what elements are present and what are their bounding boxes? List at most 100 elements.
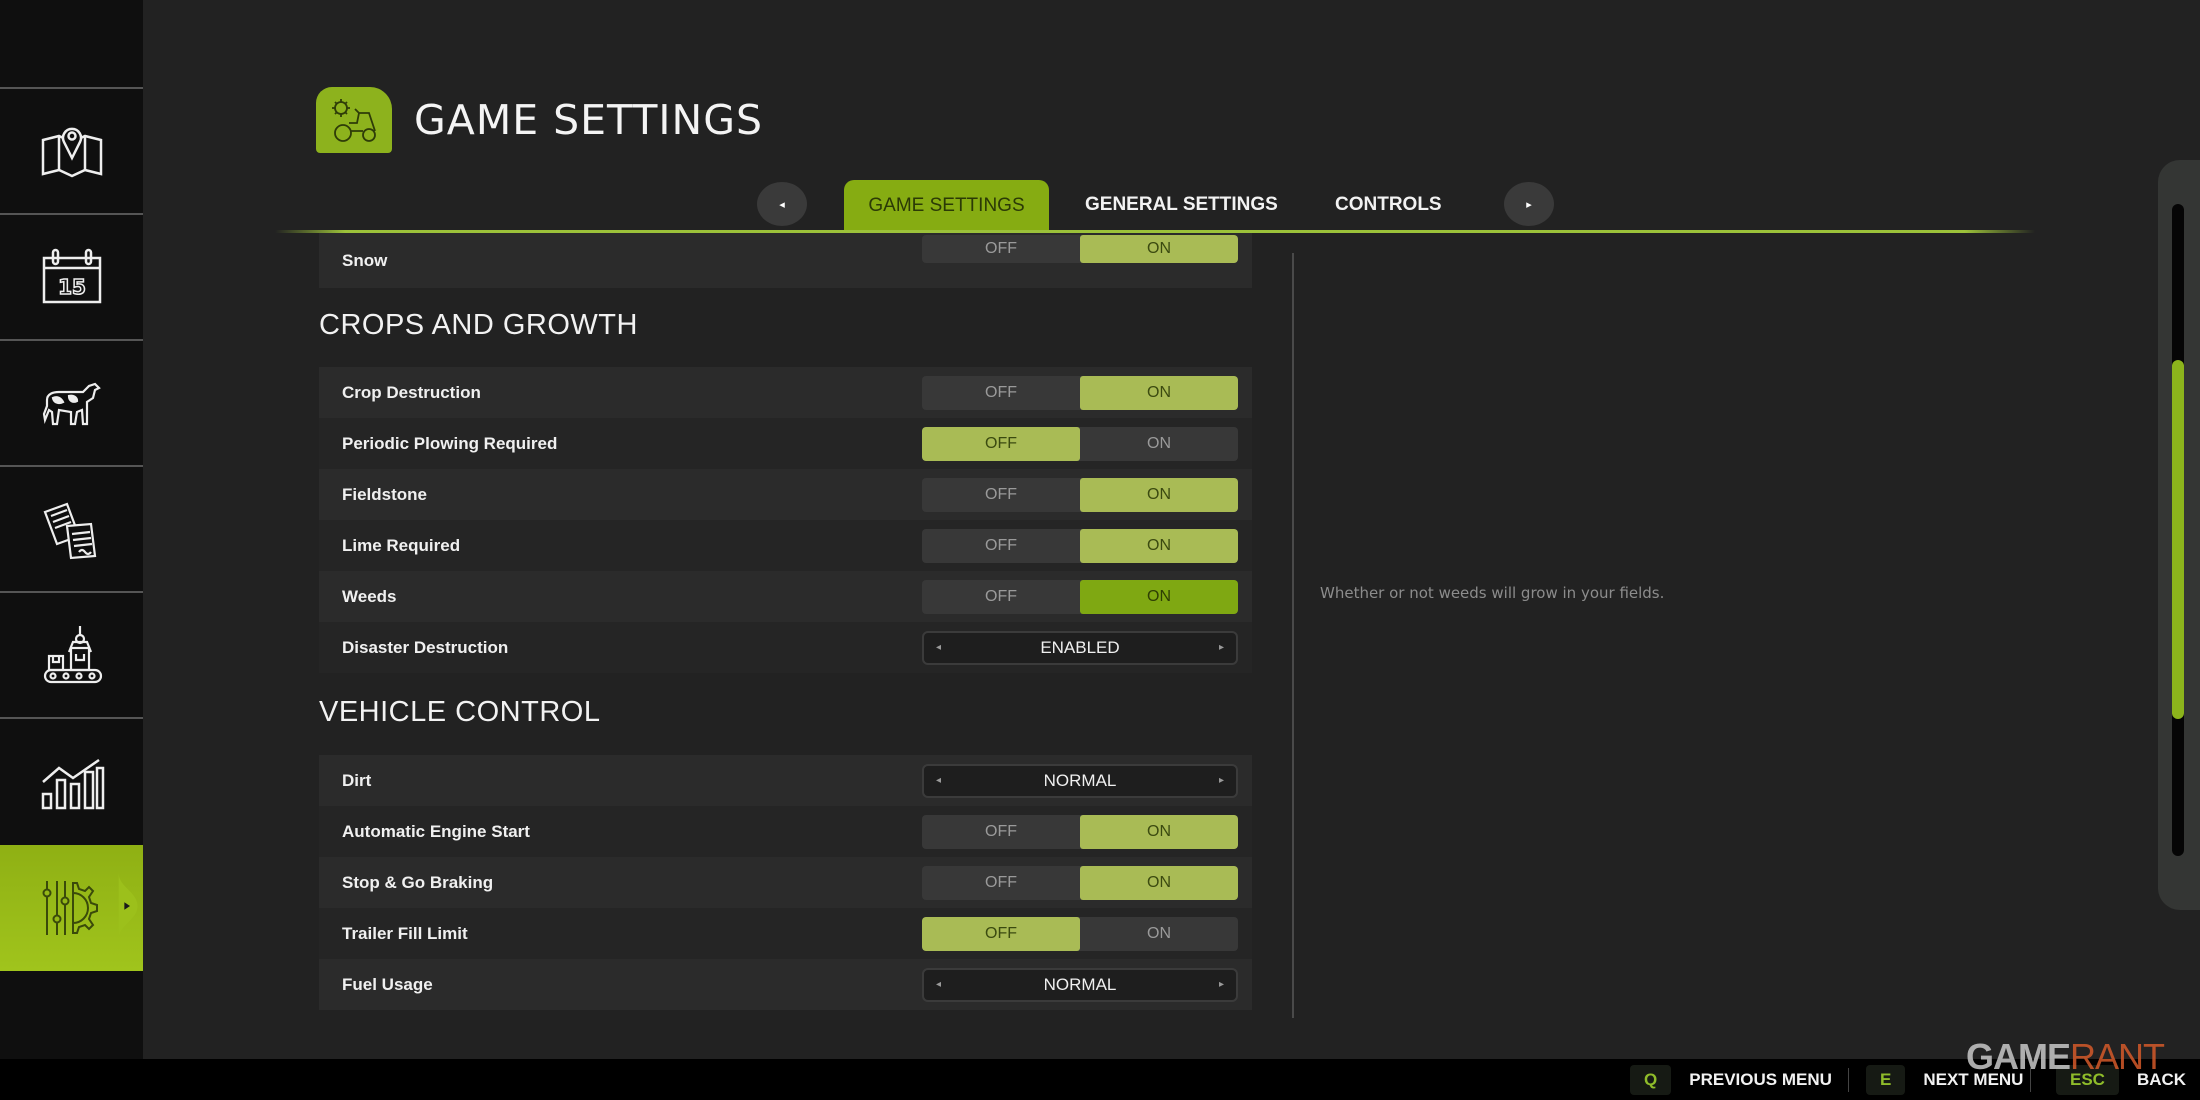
toggle-on[interactable]: ON xyxy=(1080,477,1238,512)
sidebar-item-calendar[interactable]: 15 xyxy=(0,213,143,339)
toggle-on[interactable]: ON xyxy=(1080,579,1238,614)
sidebar: 15 xyxy=(0,0,143,1059)
documents-icon xyxy=(43,502,96,560)
toggle-lime-required[interactable]: OFF ON xyxy=(922,528,1238,563)
setting-label: Fieldstone xyxy=(342,484,428,504)
setting-label: Snow xyxy=(342,251,388,270)
chevron-right-icon[interactable]: ▸ xyxy=(1219,979,1224,990)
chart-icon xyxy=(41,758,104,810)
setting-row-crop-destruction[interactable]: Crop Destruction OFF ON xyxy=(319,367,1252,418)
toggle-on[interactable]: ON xyxy=(1080,814,1238,849)
header-icon-badge xyxy=(316,87,392,153)
setting-row-fieldstone[interactable]: Fieldstone OFF ON xyxy=(319,469,1252,520)
calendar-icon: 15 xyxy=(42,248,101,304)
setting-row-dirt[interactable]: Dirt ◂ NORMAL ▸ xyxy=(319,755,1252,806)
page-title: GAME SETTINGS xyxy=(414,96,763,144)
chevron-left-icon[interactable]: ◂ xyxy=(936,642,941,653)
setting-row-periodic-plowing-required[interactable]: Periodic Plowing Required OFF ON xyxy=(319,418,1252,469)
production-icon xyxy=(43,626,102,684)
toggle-periodic-plowing-required[interactable]: OFF ON xyxy=(922,426,1238,461)
setting-label: Crop Destruction xyxy=(342,382,481,402)
toggle-off[interactable]: OFF xyxy=(922,478,1080,512)
selector-disaster-destruction[interactable]: ◂ ENABLED ▸ xyxy=(922,630,1238,665)
setting-label: Weeds xyxy=(342,586,397,606)
setting-row-automatic-engine-start[interactable]: Automatic Engine Start OFF ON xyxy=(319,806,1252,857)
setting-row-stop-go-braking[interactable]: Stop & Go Braking OFF ON xyxy=(319,857,1252,908)
setting-row-weeds[interactable]: Weeds OFF ON xyxy=(319,571,1252,622)
hint-separator xyxy=(1848,1068,1849,1092)
tractor-gear-icon xyxy=(332,99,376,142)
selector-value: NORMAL xyxy=(1043,770,1117,790)
toggle-off[interactable]: OFF xyxy=(922,916,1080,951)
selector-value: ENABLED xyxy=(1040,637,1120,657)
svg-text:15: 15 xyxy=(58,275,86,299)
toggle-off[interactable]: OFF xyxy=(922,580,1080,614)
tab-game-settings[interactable]: GAME SETTINGS xyxy=(844,180,1049,232)
sidebar-item-contracts[interactable] xyxy=(0,465,143,591)
selector-dirt[interactable]: ◂ NORMAL ▸ xyxy=(922,763,1238,798)
tab-prev-button[interactable]: ◂ xyxy=(757,182,807,226)
toggle-off[interactable]: OFF xyxy=(922,866,1080,900)
tab-label: GENERAL SETTINGS xyxy=(1085,194,1278,215)
tab-next-button[interactable]: ▸ xyxy=(1504,182,1554,226)
toggle-crop-destruction[interactable]: OFF ON xyxy=(922,375,1238,410)
setting-label: Dirt xyxy=(342,770,372,790)
toggle-stop-go-braking[interactable]: OFF ON xyxy=(922,865,1238,900)
toggle-trailer-fill-limit[interactable]: OFF ON xyxy=(922,916,1238,951)
scrollbar-thumb[interactable] xyxy=(2172,360,2184,720)
sidebar-item-settings[interactable] xyxy=(0,845,143,971)
sidebar-item-animals[interactable] xyxy=(0,339,143,465)
tab-controls[interactable]: CONTROLS xyxy=(1311,180,1466,230)
key-badge-e: E xyxy=(1866,1065,1906,1095)
toggle-off[interactable]: OFF xyxy=(922,815,1080,849)
active-tab-notch xyxy=(118,873,138,939)
watermark-part2: RANT xyxy=(2070,1036,2165,1077)
toggle-off[interactable]: OFF xyxy=(922,426,1080,461)
cow-icon xyxy=(42,382,101,426)
sidebar-item-statistics[interactable] xyxy=(0,717,143,843)
hint-label: PREVIOUS MENU xyxy=(1689,1070,1832,1089)
tab-label: CONTROLS xyxy=(1335,194,1442,215)
toggle-on[interactable]: ON xyxy=(1080,528,1238,563)
section-title-vehicle-control: VEHICLE CONTROL xyxy=(319,696,601,728)
chevron-left-icon[interactable]: ◂ xyxy=(936,775,941,786)
chevron-right-icon[interactable]: ▸ xyxy=(1219,642,1224,653)
selector-value: NORMAL xyxy=(1043,974,1117,994)
toggle-snow[interactable]: OFF ON xyxy=(922,235,1238,263)
setting-label: Stop & Go Braking xyxy=(342,872,494,892)
setting-row-lime-required[interactable]: Lime Required OFF ON xyxy=(319,520,1252,571)
chevron-right-icon[interactable]: ▸ xyxy=(1219,775,1224,786)
hint-previous-menu[interactable]: Q PREVIOUS MENU xyxy=(1630,1064,1832,1096)
section-title-crops-and-growth: CROPS AND GROWTH xyxy=(319,309,638,341)
toggle-on[interactable]: ON xyxy=(1080,235,1238,263)
watermark-logo: GAMERANT xyxy=(1966,1036,2165,1078)
toggle-automatic-engine-start[interactable]: OFF ON xyxy=(922,814,1238,849)
setting-label: Fuel Usage xyxy=(342,974,433,994)
toggle-on[interactable]: ON xyxy=(1080,865,1238,900)
tab-general-settings[interactable]: GENERAL SETTINGS xyxy=(1061,180,1302,230)
setting-label: Disaster Destruction xyxy=(342,637,509,657)
scrollbar-track[interactable] xyxy=(2172,204,2184,856)
toggle-on[interactable]: ON xyxy=(1080,917,1238,951)
toggle-off[interactable]: OFF xyxy=(922,529,1080,563)
chevron-right-icon: ▸ xyxy=(1526,197,1532,211)
toggle-fieldstone[interactable]: OFF ON xyxy=(922,477,1238,512)
toggle-on[interactable]: ON xyxy=(1080,375,1238,410)
setting-row-fuel-usage[interactable]: Fuel Usage ◂ NORMAL ▸ xyxy=(319,959,1252,1010)
chevron-left-icon[interactable]: ◂ xyxy=(936,979,941,990)
toggle-off[interactable]: OFF xyxy=(922,235,1080,263)
chevron-left-icon: ◂ xyxy=(779,197,785,211)
setting-label: Trailer Fill Limit xyxy=(342,923,468,943)
setting-label: Automatic Engine Start xyxy=(342,821,530,841)
watermark-part1: GAME xyxy=(1966,1036,2071,1077)
toggle-on[interactable]: ON xyxy=(1080,427,1238,461)
setting-row-snow[interactable]: Snow OFF ON xyxy=(319,233,1252,288)
sidebar-item-map[interactable] xyxy=(0,87,143,213)
setting-row-disaster-destruction[interactable]: Disaster Destruction ◂ ENABLED ▸ xyxy=(319,622,1252,673)
panel-divider xyxy=(1292,253,1294,1018)
toggle-off[interactable]: OFF xyxy=(922,376,1080,410)
toggle-weeds[interactable]: OFF ON xyxy=(922,579,1238,614)
sidebar-item-production[interactable] xyxy=(0,591,143,717)
selector-fuel-usage[interactable]: ◂ NORMAL ▸ xyxy=(922,967,1238,1002)
setting-row-trailer-fill-limit[interactable]: Trailer Fill Limit OFF ON xyxy=(319,908,1252,959)
